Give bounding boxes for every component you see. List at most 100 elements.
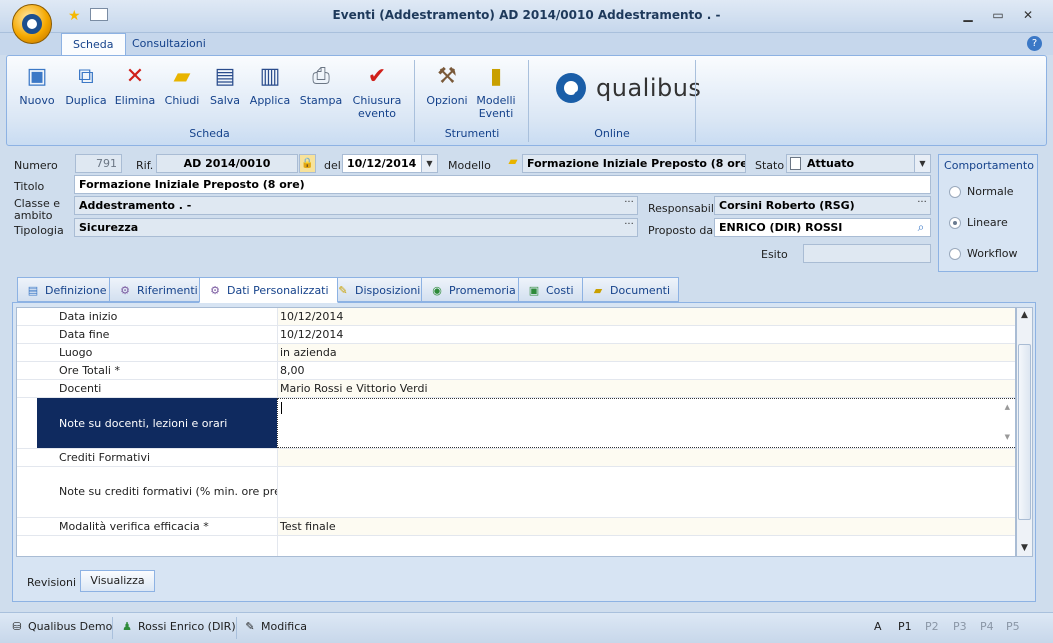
row-value[interactable]: 10/12/2014 xyxy=(277,326,1015,343)
row-value[interactable] xyxy=(277,467,1015,517)
property-grid: Data inizio 10/12/2014 Data fine 10/12/2… xyxy=(16,307,1016,557)
money-icon: ▣ xyxy=(528,284,540,297)
applica-button[interactable]: ▥ Applica xyxy=(246,64,294,107)
row-label: Docenti xyxy=(59,382,102,395)
esito-field[interactable] xyxy=(803,244,931,263)
rif-field[interactable]: AD 2014/0010 xyxy=(156,154,298,173)
elimina-button[interactable]: ✕ Elimina xyxy=(111,64,159,107)
titolo-field[interactable]: Formazione Iniziale Preposto (8 ore) xyxy=(74,175,931,194)
duplicate-icon: ⧉ xyxy=(78,64,94,89)
chiudi-button[interactable]: ▰ Chiudi xyxy=(158,64,206,107)
radio-icon xyxy=(949,248,961,260)
open-folder-icon[interactable]: ▰ xyxy=(505,154,521,173)
modello-field[interactable]: Formazione Iniziale Preposto (8 ore) xyxy=(522,154,746,173)
tab-consultazioni[interactable]: Consultazioni xyxy=(121,33,217,55)
nuovo-button[interactable]: ▣ Nuovo xyxy=(13,64,61,107)
group-label-online: Online xyxy=(594,127,630,140)
scrollbar-thumb[interactable] xyxy=(1018,344,1031,520)
status-p4[interactable]: P4 xyxy=(980,620,994,633)
star-icon[interactable]: ★ xyxy=(68,8,81,24)
stato-label: Stato xyxy=(755,159,785,172)
row-label: Modalità verifica efficacia * xyxy=(59,520,209,533)
tab-definizione[interactable]: ▤ Definizione xyxy=(17,277,116,302)
gears-icon: ⚙ xyxy=(120,284,130,297)
row-value[interactable]: Mario Rossi e Vittorio Verdi xyxy=(277,380,1015,397)
vertical-scrollbar[interactable]: ▲ ▼ xyxy=(1016,307,1033,557)
scroll-up-icon[interactable]: ▲ xyxy=(1017,310,1032,320)
status-p2[interactable]: P2 xyxy=(925,620,939,633)
tab-dati-personalizzati[interactable]: ⚙ Dati Personalizzati xyxy=(199,277,338,303)
table-row[interactable]: Luogo in azienda xyxy=(17,344,1015,362)
more-icon[interactable]: ··· xyxy=(621,197,637,214)
tab-documenti[interactable]: ▰ Documenti xyxy=(582,277,680,302)
close-folder-icon: ▰ xyxy=(173,64,191,89)
window-title: Eventi (Addestramento) AD 2014/0010 Adde… xyxy=(332,8,721,22)
esito-label: Esito xyxy=(761,248,788,261)
responsabile-field[interactable]: Corsini Roberto (RSG) xyxy=(714,196,931,215)
document-edit-icon: ✎ xyxy=(338,284,348,297)
table-row[interactable]: Docenti Mario Rossi e Vittorio Verdi xyxy=(17,380,1015,398)
tab-disposizioni[interactable]: ✎ Disposizioni xyxy=(327,277,430,302)
apply-icon: ▥ xyxy=(259,64,281,89)
chevron-down-icon[interactable]: ▼ xyxy=(914,155,930,172)
proposto-field[interactable]: ENRICO (DIR) ROSSI xyxy=(714,218,931,237)
table-row[interactable]: Data fine 10/12/2014 xyxy=(17,326,1015,344)
close-button[interactable]: ✕ xyxy=(1017,6,1039,24)
stampa-button[interactable]: ⎙ Stampa xyxy=(297,64,345,107)
table-row[interactable]: Crediti Formativi xyxy=(17,449,1015,467)
mail-icon[interactable] xyxy=(90,8,108,21)
status-a[interactable]: A xyxy=(874,620,882,633)
table-row[interactable] xyxy=(17,536,1015,556)
row-value[interactable]: 8,00 xyxy=(277,362,1015,379)
numero-label: Numero xyxy=(14,159,58,172)
app-menu-button[interactable] xyxy=(12,4,52,44)
scroll-up-icon[interactable]: ▲ xyxy=(1005,403,1010,411)
stato-select[interactable]: Attuato xyxy=(786,154,931,173)
row-value[interactable]: 10/12/2014 xyxy=(277,308,1015,325)
table-row-selected[interactable]: Note su docenti, lezioni e orari ▲ ▼ xyxy=(17,398,1015,449)
visualizza-button[interactable]: Visualizza xyxy=(80,570,155,592)
opzioni-button[interactable]: ⚒ Opzioni xyxy=(423,64,471,107)
chevron-down-icon[interactable]: ▼ xyxy=(421,155,437,172)
chiusura-evento-button[interactable]: ✔ Chiusura evento xyxy=(350,64,404,120)
search-icon[interactable]: ⌕ xyxy=(912,219,930,236)
table-row[interactable]: Data inizio 10/12/2014 xyxy=(17,308,1015,326)
help-icon[interactable]: ? xyxy=(1027,36,1042,51)
table-row[interactable]: Modalità verifica efficacia * Test final… xyxy=(17,518,1015,536)
row-value[interactable] xyxy=(277,449,1015,466)
classe-field[interactable]: Addestramento . - xyxy=(74,196,638,215)
more-icon[interactable]: ··· xyxy=(914,197,930,214)
row-value[interactable] xyxy=(277,536,1015,556)
radio-workflow[interactable]: Workflow xyxy=(949,247,1018,260)
status-p3[interactable]: P3 xyxy=(953,620,967,633)
radio-normale[interactable]: Normale xyxy=(949,185,1014,198)
lock-icon[interactable]: 🔒 xyxy=(299,154,316,173)
scroll-down-icon[interactable]: ▼ xyxy=(1005,433,1010,441)
status-p1[interactable]: P1 xyxy=(898,620,912,633)
group-label-scheda: Scheda xyxy=(189,127,230,140)
row-label: Crediti Formativi xyxy=(59,451,151,464)
tab-riferimenti[interactable]: ⚙ Riferimenti xyxy=(109,277,207,302)
numero-field: 791 xyxy=(75,154,122,173)
duplica-button[interactable]: ⧉ Duplica xyxy=(62,64,110,107)
table-row[interactable]: Ore Totali * 8,00 xyxy=(17,362,1015,380)
row-value[interactable]: Test finale xyxy=(277,518,1015,535)
salva-button[interactable]: ▤ Salva xyxy=(201,64,249,107)
row-value[interactable]: in azienda xyxy=(277,344,1015,361)
minimize-button[interactable]: ▁ xyxy=(957,6,979,24)
modelli-eventi-button[interactable]: ▮ Modelli Eventi xyxy=(472,64,520,120)
more-icon[interactable]: ··· xyxy=(621,219,637,236)
status-p5[interactable]: P5 xyxy=(1006,620,1020,633)
restore-button[interactable]: ▭ xyxy=(987,6,1009,24)
tipologia-field[interactable]: Sicurezza xyxy=(74,218,638,237)
tab-costi[interactable]: ▣ Costi xyxy=(518,277,583,302)
scroll-down-icon[interactable]: ▼ xyxy=(1017,543,1032,553)
tab-promemoria[interactable]: ◉ Promemoria xyxy=(421,277,525,302)
del-label: del xyxy=(324,159,341,172)
titolo-label: Titolo xyxy=(14,180,45,193)
rif-label: Rif. xyxy=(136,159,154,172)
tab-scheda[interactable]: Scheda xyxy=(61,33,126,55)
radio-lineare[interactable]: Lineare xyxy=(949,216,1008,229)
table-row[interactable]: Note su crediti formativi (% min. ore pr… xyxy=(17,467,1015,518)
note-textarea[interactable]: ▲ ▼ xyxy=(277,398,1015,448)
